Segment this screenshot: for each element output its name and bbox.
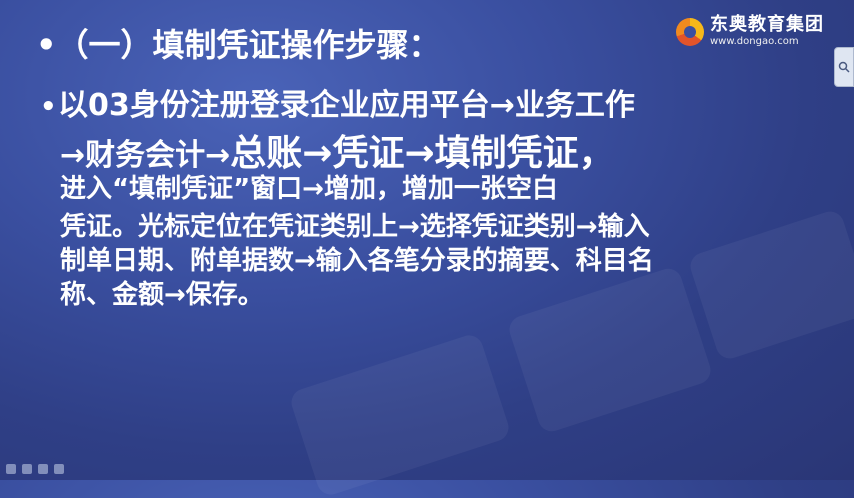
logo-url: www.dongao.com (710, 36, 799, 47)
slide-title: •（一）填制凭证操作步骤： (36, 26, 441, 64)
body-line-4: 凭证。光标定位在凭证类别上→选择凭证类别→输入 (60, 212, 650, 242)
body-line-3: 进入“填制凭证”窗口→增加，增加一张空白 (60, 174, 558, 204)
bullet: • (40, 91, 57, 122)
body-line-1: •以03身份注册登录企业应用平台→业务工作 (40, 88, 635, 123)
slide: 东奥教育集团 www.dongao.com •（一）填制凭证操作步骤： •以03… (0, 0, 854, 498)
slide-body: •以03身份注册登录企业应用平台→业务工作 →财务会计→总账→凭证→填制凭证， … (40, 80, 820, 310)
prev-icon[interactable] (6, 464, 16, 474)
logo-icon (676, 17, 704, 46)
body-line-6: 称、金额→保存。 (60, 280, 264, 310)
body-line-5: 制单日期、附单据数→输入各笔分录的摘要、科目名 (60, 246, 654, 276)
brand-logo: 东奥教育集团 www.dongao.com (676, 16, 824, 47)
body-line-2: →财务会计→总账→凭证→填制凭证， (60, 133, 615, 174)
bg-decoration (287, 331, 513, 498)
logo-name: 东奥教育集团 (710, 14, 824, 35)
search-icon (838, 61, 850, 73)
menu-icon[interactable] (38, 464, 48, 474)
pen-icon[interactable] (22, 464, 32, 474)
next-icon[interactable] (54, 464, 64, 474)
side-search-button[interactable] (834, 47, 854, 87)
slideshow-toolbar (6, 464, 64, 474)
